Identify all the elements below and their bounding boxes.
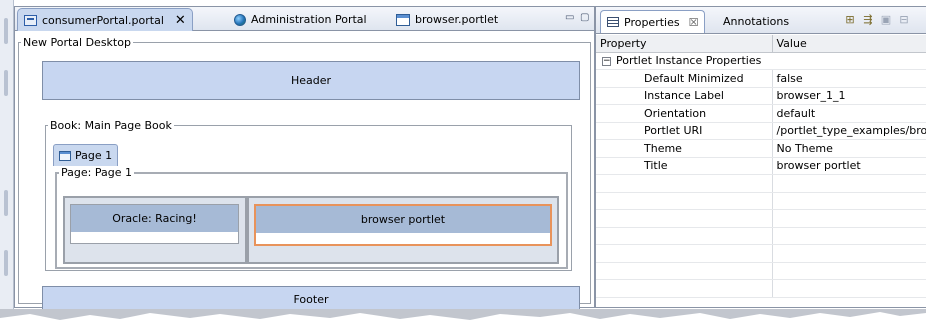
properties-view: Properties ☒ Annotations ⊞ ⇶ ▣ ⊟ Propert… bbox=[595, 6, 926, 308]
page-tab-label: Page 1 bbox=[75, 149, 113, 162]
torn-edge-decoration bbox=[0, 309, 926, 325]
empty-row bbox=[596, 192, 926, 210]
column-header-property[interactable]: Property bbox=[596, 35, 773, 53]
portlet-file-icon bbox=[396, 13, 410, 26]
property-name: Title bbox=[596, 157, 773, 175]
tab-label: browser.portlet bbox=[415, 13, 499, 26]
page-icon bbox=[59, 150, 71, 161]
properties-icon bbox=[607, 17, 619, 27]
filter-icon[interactable]: ⊟ bbox=[898, 14, 910, 26]
table-row[interactable]: Instance Label browser_1_1 bbox=[596, 87, 926, 105]
empty-row bbox=[596, 209, 926, 228]
close-icon[interactable]: ✕ bbox=[175, 13, 186, 28]
tab-browser-portlet[interactable]: browser.portlet bbox=[390, 8, 504, 31]
tab-consumer-portal[interactable]: consumerPortal.portal ✕ bbox=[17, 8, 193, 31]
property-value[interactable]: No Theme bbox=[772, 139, 926, 158]
property-name: Orientation bbox=[596, 104, 773, 123]
tab-label: Properties bbox=[624, 15, 680, 29]
portlet-title: Oracle: Racing! bbox=[71, 205, 238, 232]
portal-file-icon bbox=[24, 14, 37, 26]
tab-label: Annotations bbox=[723, 15, 790, 28]
table-row[interactable]: Theme No Theme bbox=[596, 139, 926, 158]
tab-annotations[interactable]: Annotations bbox=[717, 10, 795, 33]
property-value[interactable]: false bbox=[772, 69, 926, 88]
left-edge-fragment bbox=[0, 0, 14, 325]
restore-default-icon[interactable]: ▣ bbox=[880, 14, 892, 26]
portlet-browser-selected[interactable]: browser portlet bbox=[254, 204, 552, 246]
property-value[interactable]: browser portlet bbox=[772, 157, 926, 175]
minimize-icon[interactable]: ▭ bbox=[565, 12, 574, 23]
table-header-row: Property Value bbox=[596, 35, 926, 53]
group-row[interactable]: − Portlet Instance Properties bbox=[596, 52, 926, 70]
desktop-legend: New Portal Desktop bbox=[23, 36, 131, 49]
tab-label: Administration Portal bbox=[251, 13, 367, 26]
portlet-title: browser portlet bbox=[256, 206, 550, 233]
header-label: Header bbox=[290, 74, 332, 87]
tab-administration-portal[interactable]: Administration Portal bbox=[228, 8, 373, 31]
properties-table: Property Value − Portlet Instance Propert… bbox=[596, 35, 926, 298]
group-label: Portlet Instance Properties bbox=[616, 54, 762, 68]
property-name: Portlet URI bbox=[596, 122, 773, 140]
empty-row bbox=[596, 227, 926, 245]
maximize-icon[interactable]: ▢ bbox=[580, 12, 589, 23]
page-legend: Page: Page 1 bbox=[61, 166, 132, 179]
show-categories-icon[interactable]: ⊞ bbox=[844, 14, 856, 26]
property-name: Default Minimized bbox=[596, 69, 773, 88]
table-row[interactable]: Default Minimized false bbox=[596, 69, 926, 88]
screenshot-stage: consumerPortal.portal ✕ Administration P… bbox=[0, 0, 926, 325]
footer-label: Footer bbox=[293, 292, 329, 306]
tab-properties[interactable]: Properties ☒ bbox=[600, 10, 706, 33]
properties-tab-bar: Properties ☒ Annotations ⊞ ⇶ ▣ ⊟ bbox=[596, 7, 926, 34]
table-row[interactable]: Orientation default bbox=[596, 104, 926, 123]
portal-editor: consumerPortal.portal ✕ Administration P… bbox=[14, 6, 595, 312]
collapse-icon[interactable]: − bbox=[602, 56, 611, 66]
column-header-value[interactable]: Value bbox=[772, 35, 926, 53]
header-region[interactable]: Header bbox=[42, 61, 580, 100]
property-name: Theme bbox=[596, 139, 773, 158]
empty-row bbox=[596, 279, 926, 298]
portal-canvas: New Portal Desktop Header Book: Main Pag… bbox=[15, 32, 594, 312]
property-value[interactable]: /portlet_type_examples/bro bbox=[772, 122, 926, 140]
property-name: Instance Label bbox=[596, 87, 773, 105]
table-row[interactable]: Portlet URI /portlet_type_examples/bro bbox=[596, 122, 926, 140]
property-value[interactable]: default bbox=[772, 104, 926, 123]
show-advanced-icon[interactable]: ⇶ bbox=[862, 14, 874, 26]
page-tab-page-1[interactable]: Page 1 bbox=[53, 144, 119, 166]
globe-icon bbox=[234, 13, 246, 26]
tab-label: consumerPortal.portal bbox=[42, 13, 164, 27]
book-legend: Book: Main Page Book bbox=[50, 119, 172, 132]
close-icon[interactable]: ☒ bbox=[689, 16, 699, 29]
empty-row bbox=[596, 262, 926, 280]
portlet-oracle-racing[interactable]: Oracle: Racing! bbox=[70, 204, 239, 244]
property-value[interactable]: browser_1_1 bbox=[772, 87, 926, 105]
table-row[interactable]: Title browser portlet bbox=[596, 157, 926, 175]
empty-row bbox=[596, 244, 926, 263]
empty-row bbox=[596, 174, 926, 193]
editor-tab-bar: consumerPortal.portal ✕ Administration P… bbox=[15, 7, 594, 31]
